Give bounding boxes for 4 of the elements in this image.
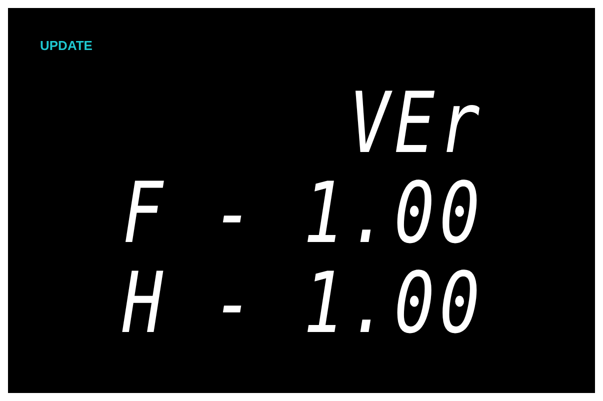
display-readout: VEr (349, 79, 485, 167)
display-readout: F - 1.00 (122, 169, 485, 257)
mode-label: UPDATE (40, 38, 94, 53)
display-readout: H - 1.00 (122, 259, 485, 347)
